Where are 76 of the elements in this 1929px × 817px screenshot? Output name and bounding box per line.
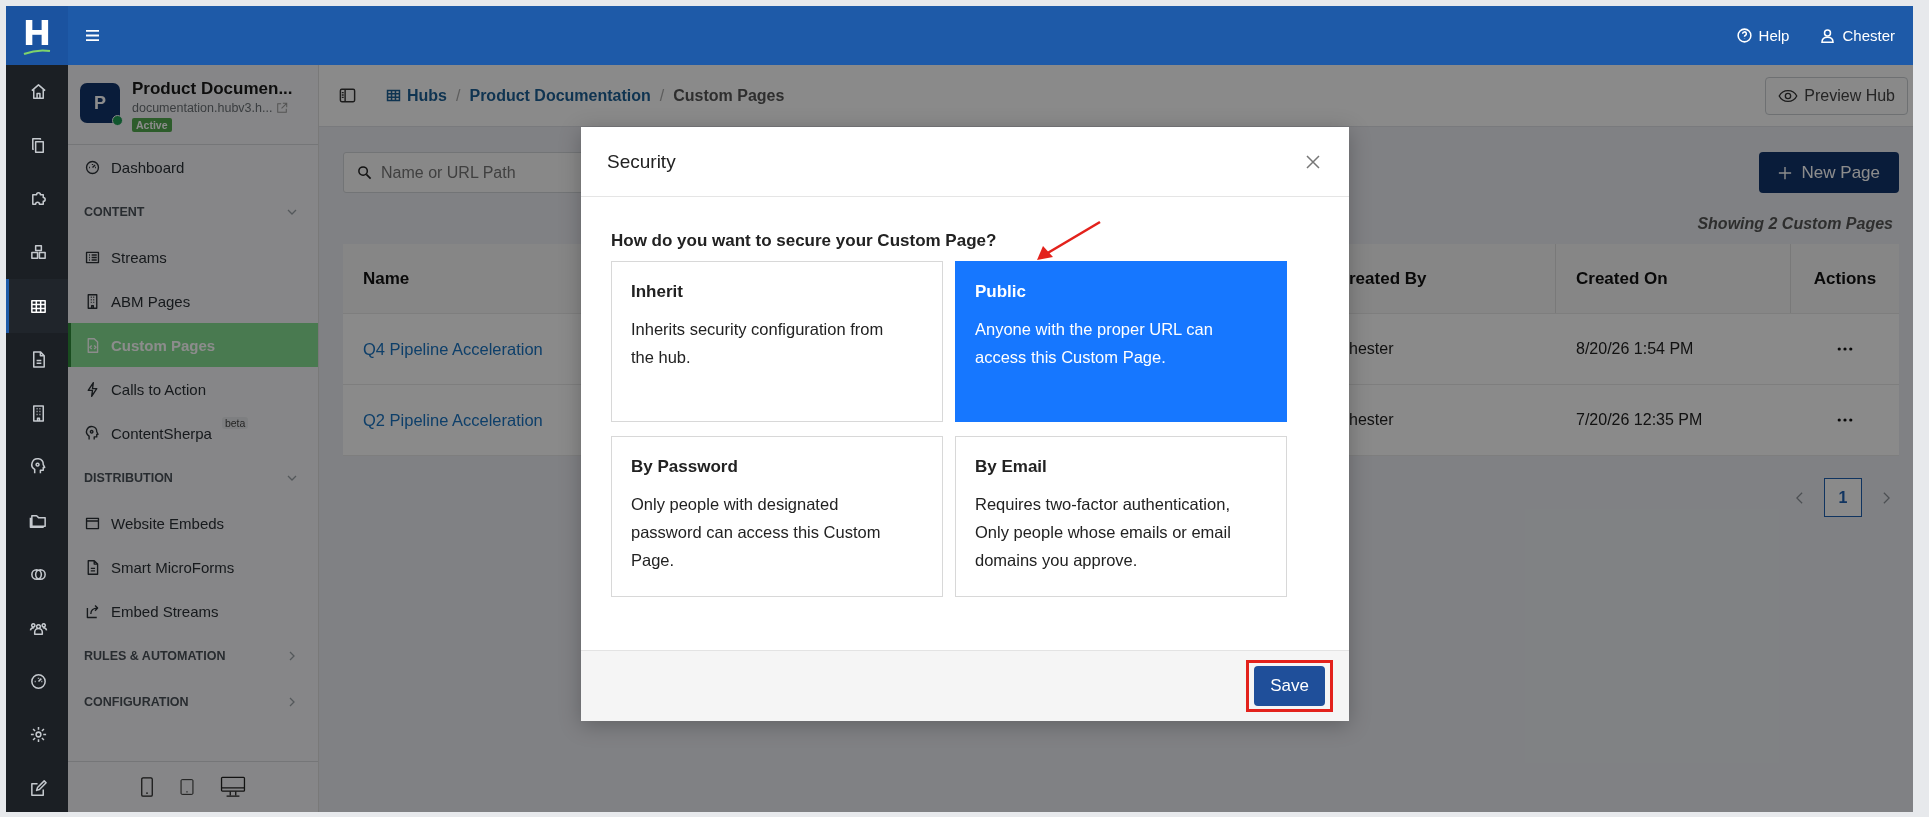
sidebar-item[interactable]: ContentSherpa $^{beta}$: [65, 411, 318, 455]
table-cell: hester: [1349, 340, 1394, 358]
home-icon: [29, 82, 48, 102]
user-icon: [1819, 27, 1837, 44]
more-icon[interactable]: [1836, 347, 1853, 351]
question-text: How do you want to secure your Custom Page?: [611, 231, 998, 251]
sidebar-item[interactable]: Dashboard: [65, 145, 318, 189]
column-header: reated By: [1349, 268, 1427, 289]
count-text: Showing 2 Custom Pages: [1696, 215, 1894, 233]
table-cell: 7/20/26 12:35 PM: [1576, 411, 1703, 429]
breadcrumb-link[interactable]: Hubs: [385, 86, 447, 105]
head-icon: [84, 424, 101, 442]
share-icon: [84, 602, 101, 620]
rail-item-active[interactable]: [6, 279, 68, 333]
new-page-button[interactable]: New Page: [1758, 152, 1899, 193]
help-icon: [1735, 27, 1753, 44]
close-icon[interactable]: [1305, 153, 1321, 170]
search-icon: [357, 165, 372, 180]
section-header[interactable]: RULES & AUTOMATION: [68, 633, 318, 679]
beta-badge: beta: [221, 417, 249, 429]
hub-url[interactable]: documentation.hubv3.h...: [132, 101, 273, 115]
option-description: Anyone with the proper URL can access this Custom Page.: [975, 319, 1214, 368]
preview-hub-button[interactable]: Preview Hub: [1765, 76, 1908, 115]
option-title: Public: [975, 282, 1027, 302]
section-header[interactable]: DISTRIBUTION: [68, 455, 318, 501]
table-cell: 8/20/26 1:54 PM: [1576, 340, 1694, 358]
status-badge: Active: [132, 118, 172, 132]
phone-icon[interactable]: [140, 776, 154, 798]
menu-icon[interactable]: [85, 29, 100, 42]
option-title: Inherit: [631, 282, 684, 302]
breadcrumb-link[interactable]: Product Documentation: [469, 86, 651, 105]
section-header[interactable]: CONTENT: [68, 189, 318, 235]
column-header: Name: [363, 268, 410, 289]
section-header[interactable]: CONFIGURATION: [68, 679, 318, 725]
hub-avatar: P: [80, 83, 120, 123]
user-menu[interactable]: Chester: [1819, 27, 1895, 44]
gear-icon: [29, 725, 48, 745]
tablet-icon[interactable]: [180, 776, 194, 798]
column-header: Actions: [1813, 268, 1877, 289]
sidebar-item[interactable]: Embed Streams: [65, 589, 318, 633]
hub-name: Product Documen...: [132, 79, 293, 99]
edit-icon: [29, 779, 48, 798]
monitor-icon[interactable]: [220, 776, 246, 798]
security-option[interactable]: Public Anyone with the proper URL can access this Custom Page.: [955, 261, 1287, 422]
breadcrumb-current: Custom Pages: [673, 86, 785, 105]
sidebar-item[interactable]: Smart MicroForms: [65, 545, 318, 589]
table-cell: hester: [1349, 411, 1394, 429]
page-link[interactable]: Q2 Pipeline Acceleration: [363, 410, 543, 430]
security-option[interactable]: By Email Requires two-factor authentication, Only people whose emails or email domains you approve.: [955, 436, 1287, 597]
security-option[interactable]: Inherit Inherits security configuration from the hub.: [611, 261, 943, 422]
breadcrumb-separator: /: [456, 86, 461, 105]
gauge-icon: [29, 671, 48, 691]
sidebar-item[interactable]: Calls to Action: [65, 367, 318, 411]
page-number[interactable]: 1: [1824, 478, 1862, 517]
option-description: Requires two-factor authentication, Only people whose emails or email domains you approve.: [975, 494, 1232, 571]
eye-icon: [1778, 88, 1799, 103]
column-header: Created On: [1576, 268, 1668, 289]
option-description: Only people with designated password can access this Custom Page.: [631, 494, 882, 571]
option-title: By Password: [631, 457, 739, 477]
sidebar-item[interactable]: Website Embeds: [65, 501, 318, 545]
page-link[interactable]: Q4 Pipeline Acceleration: [363, 339, 543, 359]
logo[interactable]: H: [6, 6, 68, 65]
option-title: By Email: [975, 457, 1048, 477]
sidebar-item[interactable]: Streams: [65, 235, 318, 279]
table-icon: [385, 87, 402, 104]
more-icon[interactable]: [1836, 418, 1853, 422]
plus-icon: [1777, 165, 1792, 180]
sidebar-toggle-icon[interactable]: [338, 86, 357, 105]
sidebar-item[interactable]: ABM Pages: [65, 279, 318, 323]
help-link[interactable]: Help: [1735, 27, 1790, 44]
dialog-title: Security: [607, 150, 676, 173]
gauge-icon: [84, 158, 101, 176]
security-option[interactable]: By Password Only people with designated password can access this Custom Page.: [611, 436, 943, 597]
option-description: Inherits security configuration from the hub.: [631, 319, 885, 368]
save-button[interactable]: Save: [1254, 666, 1325, 706]
breadcrumb-separator: /: [659, 86, 665, 105]
